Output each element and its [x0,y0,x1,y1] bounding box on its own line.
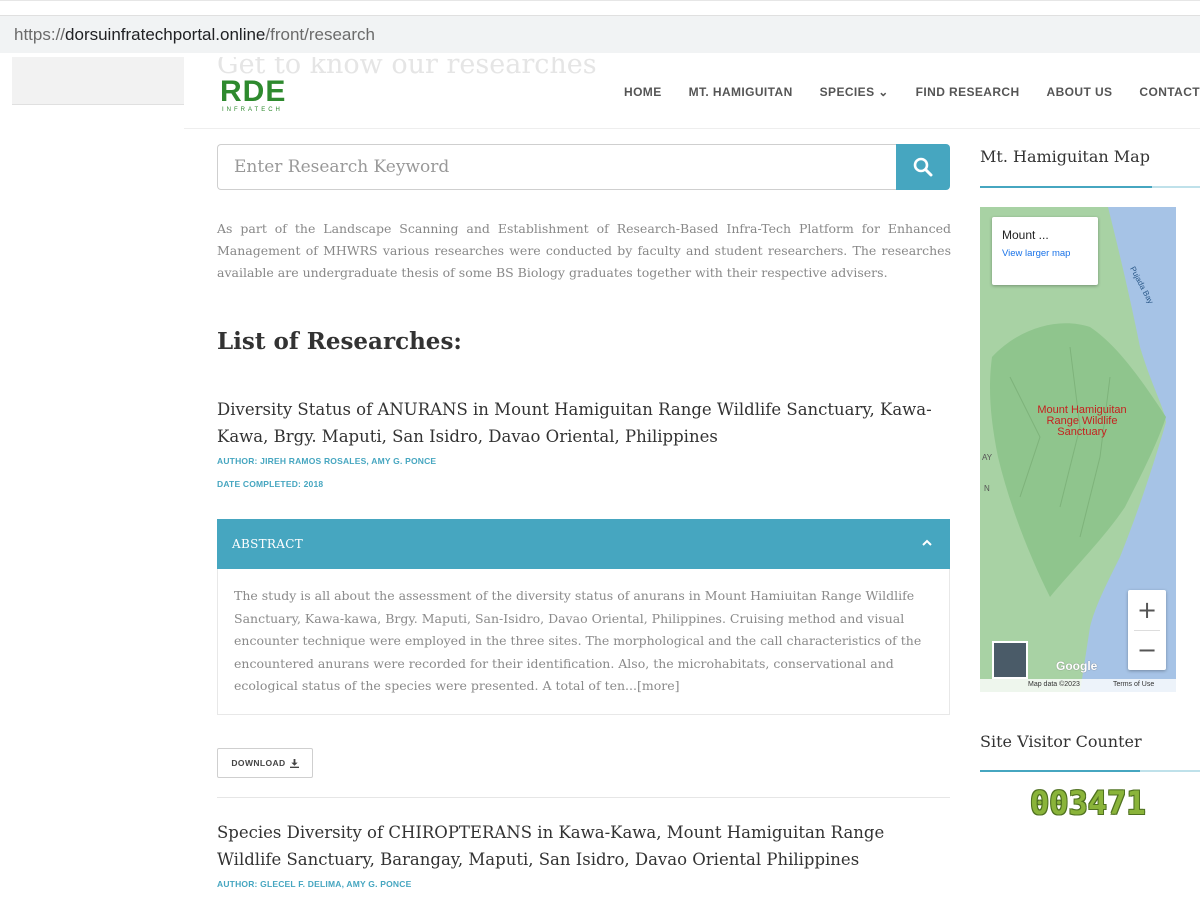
map-footer: Map data ©2023 Terms of Use [980,679,1176,692]
site-header: Get to know our researches RDE INFRATECH… [184,57,1200,129]
map-place-label: Mount Hamiguitan Range Wildlife Sanctuar… [1037,404,1127,438]
page-edge-strip [12,57,184,105]
map-card-name: Mount ... [1002,228,1049,242]
search-input[interactable] [217,144,897,190]
logo-subtext: INFRATECH [222,107,283,113]
map-title: Mt. Hamiguitan Map [980,147,1150,166]
abstract-label: ABSTRACT [232,537,303,551]
embedded-map[interactable]: Mount ... View larger map Pujada Bay Mou… [980,207,1176,692]
download-icon [289,758,299,768]
list-title: List of Researches: [217,328,462,355]
counter-title: Site Visitor Counter [980,732,1142,751]
url-box[interactable]: https://dorsuinfratechportal.online/fron… [0,15,1200,53]
abstract-panel: The study is all about the assessment of… [217,569,950,715]
url-text[interactable]: https://dorsuinfratechportal.online/fron… [14,25,375,45]
research-divider [217,797,950,798]
nav-about-us[interactable]: ABOUT US [1047,85,1113,99]
browser-address-bar: https://dorsuinfratechportal.online/fron… [0,0,1200,57]
view-larger-map-link[interactable]: View larger map [1002,248,1082,259]
map-edge-label: N [984,484,990,493]
google-logo: Google [1056,659,1098,673]
visitor-counter: 003471 [1030,784,1146,822]
satellite-toggle-thumbnail[interactable] [992,641,1028,679]
map-edge-label: AY [982,453,993,462]
intro-paragraph: As part of the Landscape Scanning and Es… [217,221,951,280]
research-author: AUTHOR: GLECEL F. DELIMA, AMY G. PONCE [217,879,412,889]
terms-of-use-link[interactable]: Terms of Use [1113,681,1154,688]
nav-mt-hamiguitan[interactable]: MT. HAMIGUITAN [689,85,793,99]
zoom-in-button[interactable]: + [1128,590,1166,630]
nav-species[interactable]: SPECIES ⌄ [820,85,889,99]
more-link[interactable]: [more] [637,678,680,693]
map-zoom-controls: + − [1128,590,1166,670]
download-button[interactable]: DOWNLOAD [217,748,313,778]
research-title[interactable]: Species Diversity of CHIROPTERANS in Kaw… [217,819,947,873]
zoom-out-button[interactable]: − [1128,630,1166,670]
search-icon [913,157,933,177]
logo-text: RDE [220,75,287,108]
research-date: DATE COMPLETED: 2018 [217,479,324,489]
search-button[interactable] [896,144,950,190]
url-host: dorsuinfratechportal.online [65,25,266,44]
research-author: AUTHOR: JIREH RAMOS ROSALES, AMY G. PONC… [217,456,437,466]
abstract-text: The study is all about the assessment of… [234,585,926,698]
site-logo[interactable]: RDE INFRATECH [220,77,310,117]
map-data-attribution: Map data ©2023 [1028,681,1080,688]
research-title[interactable]: Diversity Status of ANURANS in Mount Ham… [217,396,947,450]
map-title-rule [980,186,1200,188]
nav-home[interactable]: HOME [624,85,662,99]
download-label: DOWNLOAD [231,758,286,768]
url-path: /front/research [265,25,375,44]
abstract-body: The study is all about the assessment of… [234,588,922,693]
abstract-accordion-header[interactable]: ABSTRACT [217,519,950,569]
chevron-up-icon [922,539,932,546]
nav-contact-us[interactable]: CONTACT US [1139,85,1200,99]
url-scheme: https:// [14,25,66,44]
main-nav: HOME MT. HAMIGUITAN SPECIES ⌄ FIND RESEA… [624,85,1200,99]
counter-title-rule [980,770,1200,772]
nav-find-research[interactable]: FIND RESEARCH [916,85,1020,99]
map-info-card: Mount ... View larger map [992,217,1098,285]
